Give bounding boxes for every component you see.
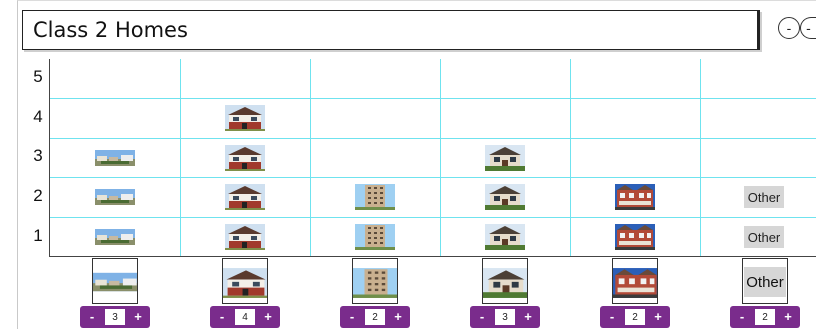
house-tudor-icon (485, 145, 525, 171)
category-image-redbrick (222, 258, 268, 304)
terrace-house-icon (615, 224, 655, 250)
zoom-out-button[interactable]: - (778, 17, 800, 39)
house-wide-icon (95, 229, 135, 245)
decrement-button[interactable]: - (216, 306, 228, 328)
house-wide-icon (95, 189, 135, 205)
category-image-tower (352, 258, 398, 304)
tower-block-icon (355, 224, 395, 250)
quantity-stepper-2: - 4 + (210, 306, 280, 328)
y-label-4: 4 (33, 107, 43, 126)
category-image-other: Other (742, 258, 788, 304)
y-label-5: 5 (33, 67, 43, 86)
grid-line (50, 217, 816, 218)
increment-button[interactable]: + (132, 306, 144, 328)
increment-button[interactable]: + (392, 306, 404, 328)
increment-button[interactable]: + (652, 306, 664, 328)
quantity-stepper-1: - 3 + (80, 306, 150, 328)
grid-line (440, 59, 441, 256)
quantity-value[interactable]: 2 (625, 309, 645, 325)
y-label-2: 2 (33, 186, 43, 205)
quantity-stepper-4: - 3 + (470, 306, 540, 328)
other-tag: Other (744, 186, 784, 208)
quantity-value[interactable]: 3 (105, 309, 125, 325)
terrace-house-icon (615, 184, 655, 210)
other-label: Other (744, 267, 786, 297)
decrement-button[interactable]: - (736, 306, 748, 328)
grid-line (700, 59, 701, 256)
house-tudor-icon (483, 268, 528, 298)
zoom-in-icon: - (806, 20, 811, 36)
house-redbrick-icon (225, 184, 265, 210)
grid-line (570, 59, 571, 256)
decrement-button[interactable]: - (476, 306, 488, 328)
grid-line (180, 59, 181, 256)
tower-block-icon (353, 268, 398, 298)
category-image-tudor (482, 258, 528, 304)
increment-button[interactable]: + (262, 306, 274, 328)
quantity-value[interactable]: 3 (495, 309, 515, 325)
decrement-button[interactable]: - (606, 306, 618, 328)
decrement-button[interactable]: - (346, 306, 358, 328)
other-tag: Other (744, 226, 784, 248)
house-redbrick-icon (225, 145, 265, 171)
category-image-wide (92, 258, 138, 304)
increment-button[interactable]: + (522, 306, 534, 328)
grid-line (50, 98, 816, 99)
quantity-stepper-3: - 2 + (340, 306, 410, 328)
title-input[interactable]: Class 2 Homes (22, 10, 760, 50)
house-redbrick-icon (225, 105, 265, 131)
zoom-in-button[interactable]: - (800, 17, 816, 39)
grid-line (310, 59, 311, 256)
quantity-value[interactable]: 4 (235, 309, 255, 325)
house-tudor-icon (485, 184, 525, 210)
y-label-3: 3 (33, 146, 43, 165)
quantity-stepper-6: - 2 + (730, 306, 800, 328)
house-tudor-icon (485, 224, 525, 250)
pictograph-grid (49, 59, 816, 257)
house-redbrick-icon (225, 224, 265, 250)
zoom-out-icon: - (786, 20, 792, 36)
quantity-value[interactable]: 2 (365, 309, 385, 325)
quantity-stepper-5: - 2 + (600, 306, 670, 328)
quantity-value[interactable]: 2 (755, 309, 775, 325)
grid-line (50, 138, 816, 139)
y-label-1: 1 (33, 226, 43, 245)
decrement-button[interactable]: - (86, 306, 98, 328)
category-image-terrace (612, 258, 658, 304)
house-redbrick-icon (223, 268, 268, 298)
terrace-house-icon (613, 268, 658, 298)
house-wide-icon (95, 150, 135, 166)
grid-line (50, 177, 816, 178)
increment-button[interactable]: + (782, 306, 794, 328)
title-text: Class 2 Homes (33, 18, 188, 42)
tower-block-icon (355, 184, 395, 210)
house-wide-icon (93, 268, 138, 296)
